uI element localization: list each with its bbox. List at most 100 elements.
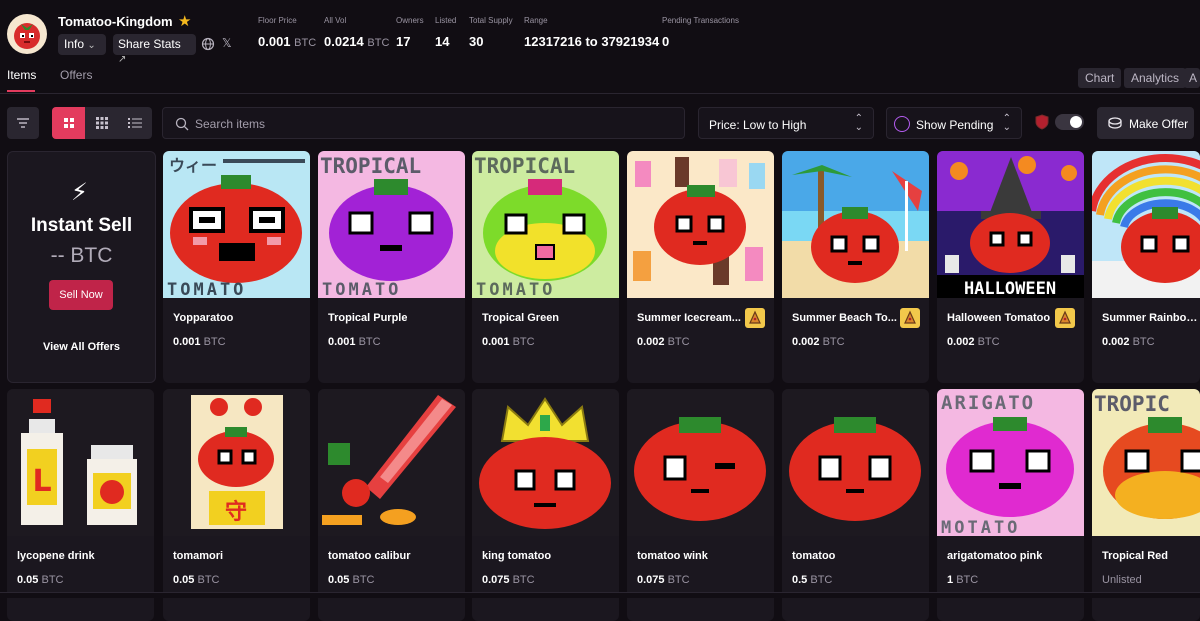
grid-small-icon bbox=[95, 117, 108, 129]
search-input-placeholder: Search items bbox=[195, 117, 266, 131]
sell-now-button[interactable]: Sell Now bbox=[49, 280, 113, 310]
view-all-offers-link[interactable]: View All Offers bbox=[8, 341, 155, 353]
show-pending-select[interactable]: Show Pending ⌃ ⌄ bbox=[886, 107, 1022, 139]
show-pending-label: Show Pending bbox=[916, 118, 994, 132]
nft-card-summer-beach[interactable]: Summer Beach To... 0.002 BTC bbox=[782, 151, 929, 383]
tab-items[interactable]: Items bbox=[7, 68, 36, 92]
nft-price: 0.002 bbox=[947, 336, 975, 348]
stat-value: 0.0214 bbox=[324, 34, 364, 49]
page-bottom-divider bbox=[0, 592, 1200, 598]
activity-button[interactable]: A bbox=[1184, 68, 1200, 88]
nft-art: ARIGATO MOTATO bbox=[937, 389, 1084, 536]
art-text: TOMATO bbox=[167, 280, 246, 298]
art-text: ウィー bbox=[169, 156, 217, 175]
list-icon bbox=[128, 118, 143, 128]
nft-price: 0.002 bbox=[637, 336, 665, 348]
shield-toggle[interactable] bbox=[1055, 114, 1084, 130]
svg-text:L: L bbox=[32, 464, 51, 499]
stat-value: 30 bbox=[469, 34, 484, 49]
share-stats-button[interactable]: Share Stats ↗ bbox=[113, 34, 196, 65]
stat-owners: Owners 17 bbox=[396, 16, 424, 49]
nft-card-tropical-purple[interactable]: TROPICAL TOMATO Tropical Purple 0.001 BT… bbox=[318, 151, 465, 383]
info-button-label: Info bbox=[64, 37, 85, 51]
nft-name: arigatomatoo pink bbox=[947, 550, 1043, 562]
stat-value: 12317216 to 37921934 bbox=[524, 34, 660, 49]
nft-price: 0.002 bbox=[792, 336, 820, 348]
nft-price: 0.001 bbox=[328, 336, 356, 348]
nft-price: 0.001 bbox=[482, 336, 510, 348]
nft-card-tomatoo-calibur[interactable]: tomatoo calibur 0.05 BTC bbox=[318, 389, 465, 621]
nft-art: 守 bbox=[163, 389, 310, 536]
stat-label: Floor Price bbox=[258, 16, 297, 25]
chevron-down-icon: ⌄ bbox=[87, 40, 96, 51]
tab-offers[interactable]: Offers bbox=[60, 68, 92, 82]
nft-card-tomatoo[interactable]: tomatoo 0.5 BTC bbox=[782, 389, 929, 621]
nft-price: 0.002 bbox=[1102, 336, 1130, 348]
stat-value: 14 bbox=[435, 34, 450, 49]
stat-range: Range 12317216 to 37921934 bbox=[524, 16, 659, 49]
nft-art bbox=[627, 389, 774, 536]
nft-name: Tropical Red bbox=[1102, 550, 1169, 562]
large-grid-view-button[interactable] bbox=[52, 107, 86, 139]
nft-price: 0.05 bbox=[328, 574, 350, 586]
nft-price-unit: BTC bbox=[203, 336, 226, 348]
nft-card-lycopene-drink[interactable]: L lycopene drink 0.05 BTC bbox=[7, 389, 154, 621]
nft-art bbox=[782, 389, 929, 536]
nft-card-summer-rainbow[interactable]: Summer Rainbow ... 0.002 BTC bbox=[1092, 151, 1200, 383]
nft-card-halloween-tomatoo[interactable]: HALLOWEEN Halloween Tomatoo 0.002 BTC bbox=[937, 151, 1084, 383]
nft-card-summer-icecream[interactable]: Summer Icecream... 0.002 BTC bbox=[627, 151, 774, 383]
art-text: TROPICAL bbox=[320, 154, 421, 178]
nft-name: Summer Beach To... bbox=[792, 312, 897, 324]
nft-card-yopparatoo[interactable]: ウィー TOMATO Yopparatoo 0.001 BTC bbox=[163, 151, 310, 383]
x-twitter-icon[interactable]: 𝕏 bbox=[222, 36, 232, 50]
small-grid-view-button[interactable] bbox=[85, 107, 118, 139]
stat-listed: Listed 14 bbox=[435, 16, 456, 49]
nft-price: 0.001 bbox=[173, 336, 201, 348]
nft-price: 0.5 bbox=[792, 574, 808, 586]
nft-card-tomamori[interactable]: 守 tomamori 0.05 BTC bbox=[163, 389, 310, 621]
make-offer-button[interactable]: Make Offer bbox=[1097, 107, 1194, 139]
art-text: TOMATO bbox=[476, 280, 555, 298]
pizza-badge-icon bbox=[900, 308, 920, 328]
nft-card-tomatoo-wink[interactable]: tomatoo wink 0.075 BTC bbox=[627, 389, 774, 621]
share-stats-label: Share Stats bbox=[118, 37, 181, 51]
nft-price: 0.05 bbox=[173, 574, 195, 586]
nft-card-king-tomatoo[interactable]: king tomatoo 0.075 BTC bbox=[472, 389, 619, 621]
art-text: 守 bbox=[225, 499, 247, 525]
nft-price: 0.075 bbox=[482, 574, 510, 586]
sort-select-value: Price: Low to High bbox=[709, 118, 807, 132]
art-text: TOMATO bbox=[322, 280, 401, 298]
nft-price-unit: BTC bbox=[352, 574, 375, 586]
filter-button[interactable] bbox=[7, 107, 39, 139]
stat-value: 0 bbox=[662, 34, 670, 49]
nft-name: Tropical Green bbox=[482, 312, 560, 324]
nft-card-tropical-red[interactable]: TROPIC Tropical Red Unlisted bbox=[1092, 389, 1200, 621]
globe-icon[interactable] bbox=[201, 37, 215, 51]
nft-price-unit: BTC bbox=[358, 336, 381, 348]
info-button[interactable]: Info ⌄ bbox=[58, 34, 106, 55]
nft-art: TROPIC bbox=[1092, 389, 1200, 536]
nft-name: tomatoo calibur bbox=[328, 550, 411, 562]
nft-card-tropical-green[interactable]: TROPICAL TOMATO Tropical Green 0.001 BTC bbox=[472, 151, 619, 383]
chart-button[interactable]: Chart bbox=[1078, 68, 1122, 88]
collection-name: Tomatoo-Kingdom bbox=[58, 14, 173, 29]
nft-art bbox=[1092, 151, 1200, 298]
stat-label: Total Supply bbox=[469, 16, 513, 25]
search-field[interactable]: Search items bbox=[162, 107, 685, 139]
nft-art: ウィー TOMATO bbox=[163, 151, 310, 298]
nft-art bbox=[782, 151, 929, 298]
instant-sell-price: -- BTC bbox=[50, 244, 113, 267]
sort-select[interactable]: Price: Low to High ⌃ ⌄ bbox=[698, 107, 874, 139]
nft-art: TROPICAL TOMATO bbox=[472, 151, 619, 298]
make-offer-label: Make Offer bbox=[1129, 117, 1189, 131]
stat-value: 17 bbox=[396, 34, 411, 49]
nft-art bbox=[472, 389, 619, 536]
list-view-button[interactable] bbox=[119, 107, 152, 139]
stat-value: 0.001 bbox=[258, 34, 291, 49]
favorite-star-icon[interactable]: ★ bbox=[178, 12, 191, 30]
collection-header: Tomatoo-Kingdom ★ Info ⌄ Share Stats ↗ 𝕏… bbox=[0, 0, 1200, 65]
stat-unit: BTC bbox=[367, 37, 390, 49]
nft-card-arigatomatoo-pink[interactable]: ARIGATO MOTATO arigatomatoo pink 1 BTC bbox=[937, 389, 1084, 621]
analytics-button[interactable]: Analytics bbox=[1124, 68, 1187, 88]
nft-art: L bbox=[7, 389, 154, 536]
